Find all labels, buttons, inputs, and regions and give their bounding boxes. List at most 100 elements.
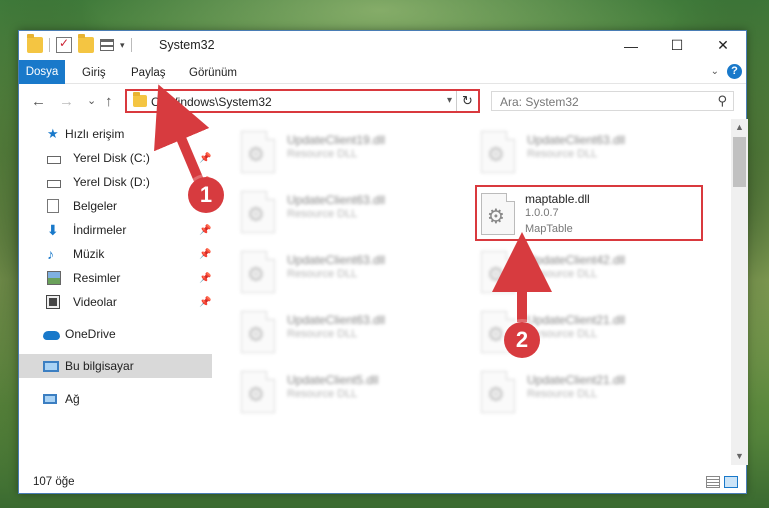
address-bar[interactable]: C:\Windows\System32 ▾ ↻ (125, 89, 480, 113)
pin-icon[interactable]: 📌 (199, 249, 211, 260)
onedrive-icon (43, 331, 60, 340)
address-dropdown-icon[interactable]: ▾ (447, 95, 452, 106)
file-list: UpdateClient19.dll Resource DLL UpdateCl… (219, 119, 731, 465)
documents-icon (47, 199, 59, 213)
file-name: UpdateClient63.dll (527, 133, 626, 147)
sidebar-item-local-disk-d[interactable]: Yerel Disk (D:) 📌 (19, 170, 212, 194)
file-type: Resource DLL (287, 208, 358, 220)
star-icon: ★ (47, 126, 59, 141)
tab-file[interactable]: Dosya (19, 60, 65, 84)
scroll-up-icon[interactable]: ▲ (731, 119, 748, 136)
pin-icon[interactable]: 📌 (199, 153, 211, 164)
expand-ribbon-icon[interactable]: ⌄ (711, 66, 719, 77)
help-icon[interactable]: ? (727, 64, 742, 79)
network-icon (43, 394, 57, 404)
minimize-button[interactable]: — (608, 31, 654, 60)
refresh-icon[interactable]: ↻ (456, 91, 478, 111)
address-folder-icon (133, 92, 147, 107)
tab-home[interactable]: Giriş (82, 63, 106, 84)
sidebar-item-documents[interactable]: Belgeler 📌 (19, 194, 212, 218)
navigation-bar: ← → ⌄ ↑ C:\Windows\System32 ▾ ↻ Ara: Sys… (19, 85, 746, 119)
properties-check-icon[interactable] (56, 36, 72, 53)
file-item[interactable]: UpdateClient63.dll Resource DLL (481, 127, 701, 179)
sidebar-item-music[interactable]: ♪ Müzik 📌 (19, 242, 212, 266)
pin-icon[interactable]: 📌 (199, 225, 211, 236)
file-item[interactable]: UpdateClient19.dll Resource DLL (241, 127, 461, 179)
ribbon-tabs: Dosya Giriş Paylaş Görünüm ⌄ ? (19, 60, 746, 84)
tab-share[interactable]: Paylaş (131, 63, 166, 84)
dll-file-icon (481, 131, 515, 173)
file-name: maptable.dll (525, 192, 590, 206)
sidebar-item-label: Ağ (65, 392, 80, 406)
file-name: UpdateClient63.dll (287, 193, 386, 207)
close-button[interactable]: ✕ (700, 31, 746, 60)
sidebar-item-label: OneDrive (65, 327, 116, 341)
music-icon: ♪ (47, 246, 54, 262)
dll-file-icon (241, 191, 275, 233)
videos-icon (46, 295, 60, 309)
sidebar-item-quick-access[interactable]: ★ Hızlı erişim (19, 122, 212, 146)
sidebar-item-label: Yerel Disk (C:) (73, 151, 150, 165)
details-view-icon[interactable] (706, 476, 720, 488)
ribbon-right: ⌄ ? (711, 64, 742, 79)
file-type: Resource DLL (527, 268, 598, 280)
tab-view[interactable]: Görünüm (189, 63, 237, 84)
dll-file-icon (241, 371, 275, 413)
file-item[interactable]: UpdateClient42.dll Resource DLL (481, 247, 701, 299)
search-input[interactable]: Ara: System32 ⚲ (491, 91, 734, 111)
file-item[interactable]: UpdateClient21.dll Resource DLL (481, 367, 701, 419)
file-item[interactable]: UpdateClient63.dll Resource DLL (241, 187, 461, 239)
scroll-down-icon[interactable]: ▼ (731, 448, 748, 465)
large-icons-view-icon[interactable] (724, 476, 738, 488)
forward-button[interactable]: → (59, 93, 74, 110)
sidebar-item-onedrive[interactable]: OneDrive (19, 322, 212, 346)
sidebar-item-videos[interactable]: Videolar 📌 (19, 290, 212, 314)
search-icon[interactable]: ⚲ (717, 93, 727, 109)
search-placeholder: Ara: System32 (500, 95, 579, 109)
new-folder-icon[interactable] (78, 34, 94, 53)
file-type: Resource DLL (287, 388, 358, 400)
sidebar-item-label: İndirmeler (73, 223, 127, 237)
quick-access-toolbar: ▾ (27, 34, 132, 53)
folder-icon (27, 34, 43, 53)
dll-file-icon (241, 251, 275, 293)
file-type: Resource DLL (287, 328, 358, 340)
dll-file-icon (481, 251, 515, 293)
file-type: Resource DLL (287, 148, 358, 160)
sidebar-item-downloads[interactable]: ⬇ İndirmeler 📌 (19, 218, 212, 242)
file-item[interactable]: UpdateClient63.dll Resource DLL (241, 247, 461, 299)
view-switcher (706, 476, 738, 488)
sidebar-item-label: Bu bilgisayar (65, 359, 134, 373)
file-item-maptable[interactable]: maptable.dll 1.0.0.7 MapTable (475, 185, 703, 241)
file-name: UpdateClient5.dll (287, 373, 379, 387)
back-button[interactable]: ← (31, 93, 46, 110)
properties-icon[interactable] (100, 39, 114, 51)
sidebar-item-label: Hızlı erişim (65, 127, 125, 141)
file-name: UpdateClient21.dll (527, 373, 626, 387)
vertical-scrollbar[interactable]: ▲ ▼ (731, 119, 748, 465)
file-item[interactable]: UpdateClient5.dll Resource DLL (241, 367, 461, 419)
sidebar-item-label: Belgeler (73, 199, 118, 213)
address-path[interactable]: C:\Windows\System32 (151, 95, 272, 109)
file-name: UpdateClient63.dll (287, 253, 386, 267)
up-button[interactable]: ↑ (105, 93, 113, 110)
sidebar-item-label: Resimler (73, 271, 121, 285)
disk-icon (47, 155, 61, 164)
file-version: 1.0.0.7 (525, 207, 559, 219)
scroll-thumb[interactable] (733, 137, 746, 187)
recent-locations-button[interactable]: ⌄ (87, 94, 96, 107)
maximize-button[interactable]: ☐ (654, 31, 700, 60)
sidebar-item-pictures[interactable]: Resimler 📌 (19, 266, 212, 290)
step-2-badge: 2 (504, 322, 540, 358)
file-item[interactable]: UpdateClient63.dll Resource DLL (241, 307, 461, 359)
sidebar-item-local-disk-c[interactable]: Yerel Disk (C:) 📌 (19, 146, 212, 170)
customize-toolbar-icon[interactable]: ▾ (120, 40, 125, 51)
item-count: 107 öğe (33, 476, 75, 488)
window-controls: — ☐ ✕ (608, 31, 746, 60)
toolbar-separator (49, 38, 50, 52)
sidebar-item-network[interactable]: Ağ (19, 387, 212, 411)
pin-icon[interactable]: 📌 (199, 273, 211, 284)
pin-icon[interactable]: 📌 (199, 297, 211, 308)
disk-icon (47, 179, 61, 188)
sidebar-item-this-pc[interactable]: Bu bilgisayar (19, 354, 212, 378)
